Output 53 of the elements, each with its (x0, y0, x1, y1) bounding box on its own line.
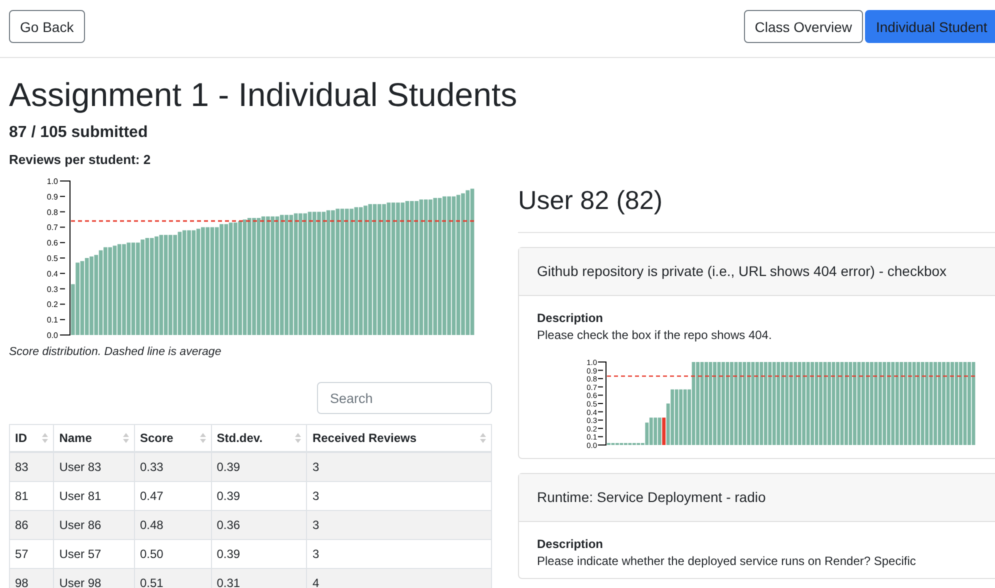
sort-icon (295, 433, 302, 443)
table-cell: 0.39 (211, 452, 307, 482)
go-back-button[interactable]: Go Back (9, 10, 85, 43)
y-tick: 1.0 (46, 177, 66, 186)
y-tick-label: 1.0 (46, 177, 59, 186)
page-title: Assignment 1 - Individual Students (9, 76, 518, 114)
y-tick-label: 0.6 (46, 238, 59, 248)
y-tick-label: 0.8 (46, 208, 59, 217)
search-field[interactable]: Search (317, 382, 492, 414)
description-text: Please check the box if the repo shows 404. (537, 328, 773, 342)
criterion-title: Github repository is private (i.e., URL shows 404 error) - checkbox (519, 248, 995, 296)
y-tick: 0.2 (46, 300, 66, 310)
y-tick-label: 0.0 (46, 331, 59, 340)
table-cell: 83 (10, 452, 54, 482)
criterion-title: Runtime: Service Deployment - radio (519, 474, 995, 522)
y-tick: 0.5 (46, 254, 66, 263)
y-tick: 0.0 (46, 331, 66, 340)
reviews-per-student: Reviews per student: 2 (9, 152, 152, 167)
y-tick-label: 0.9 (46, 192, 59, 202)
sort-icon (42, 433, 48, 443)
y-tick: 0.4 (46, 269, 66, 278)
y-tick: 0.3 (46, 284, 66, 294)
y-tick-label: 0.4 (46, 269, 59, 278)
y-tick-label: 0.2 (46, 300, 59, 310)
table-cell: User 86 (54, 510, 134, 540)
y-tick-label: 0.3 (46, 284, 59, 294)
y-tick: 0.6 (46, 238, 66, 248)
table-cell: User 83 (54, 452, 134, 482)
description-label: Description (537, 537, 604, 551)
y-tick-label: 0.5 (46, 254, 59, 263)
table-cell: 86 (10, 510, 54, 540)
y-tick-label: 0.1 (46, 316, 59, 325)
y-tick-label: 0.7 (46, 223, 59, 232)
y-tick: 0.7 (46, 223, 66, 232)
student-heading: User 82 (82) (518, 185, 664, 216)
table-cell: 0.48 (134, 510, 212, 540)
table-cell: 3 (306, 452, 492, 482)
table-cell: 3 (306, 510, 492, 540)
view-tab[interactable]: Individual Student (865, 10, 995, 43)
sort-icon (123, 433, 129, 443)
table-cell: 98 (10, 568, 54, 588)
y-tick: 0.8 (46, 208, 66, 217)
y-tick: 0.1 (46, 316, 66, 325)
y-tick: 0.9 (46, 192, 66, 202)
description-label: Description (537, 311, 604, 325)
chart-caption: Score distribution. Dashed line is average (9, 346, 222, 358)
description-text: Please indicate whether the deployed service runs on Render? Specific (537, 554, 917, 568)
sort-icon (200, 433, 206, 443)
view-tab[interactable]: Class Overview (744, 10, 863, 43)
table-cell: 0.33 (134, 452, 212, 482)
submitted-count: 87 / 105 submitted (9, 124, 149, 142)
table-cell: 0.36 (211, 510, 307, 540)
sort-icon (480, 433, 486, 443)
